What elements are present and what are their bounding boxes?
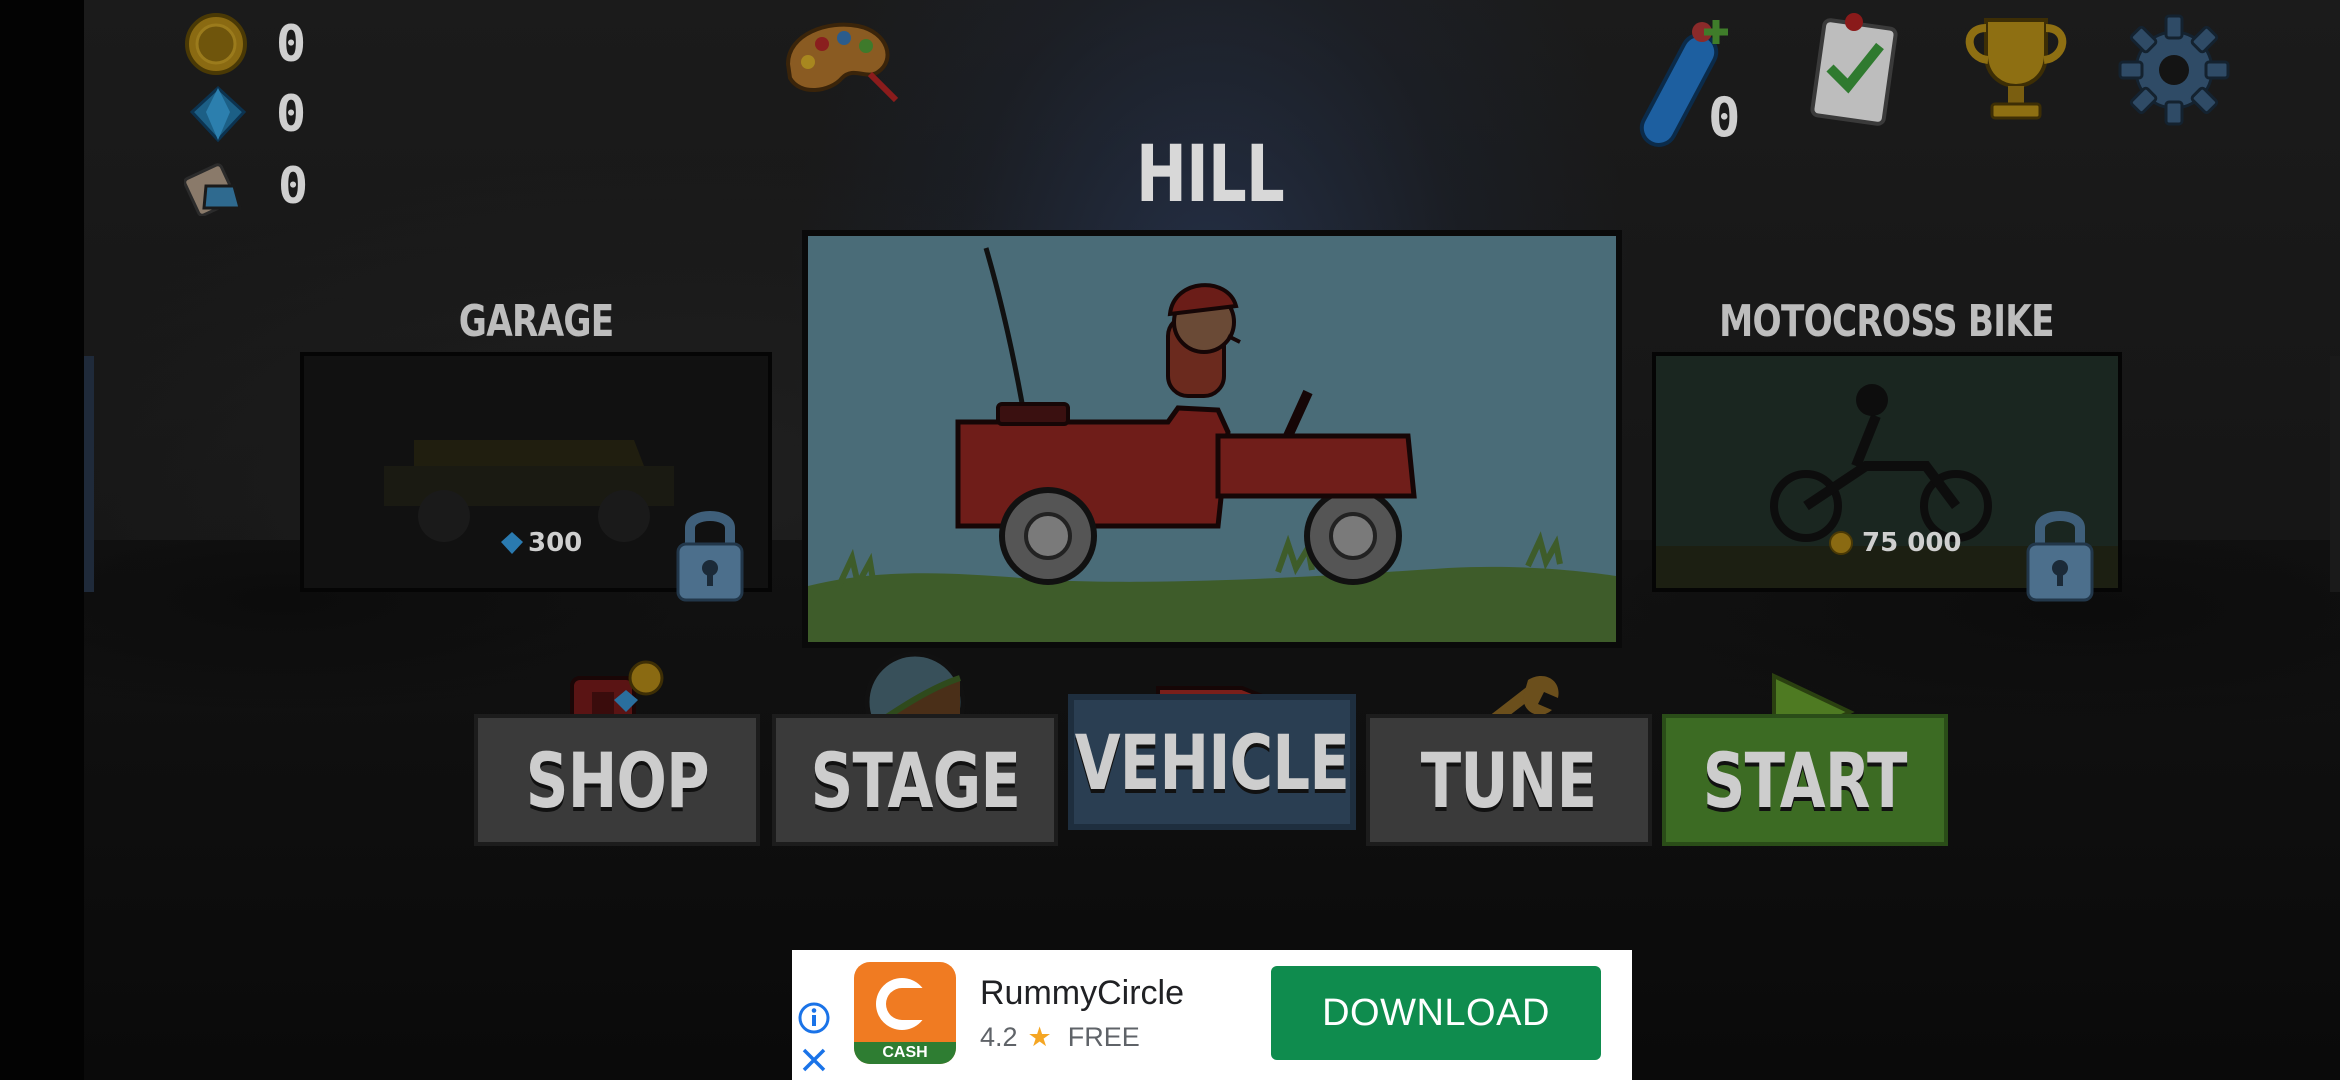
checklist-icon: [1810, 13, 1898, 126]
ad-close-icon[interactable]: [796, 1042, 832, 1078]
hill-climber-vehicle-image: [808, 236, 1616, 642]
lock-icon: [2026, 511, 2094, 602]
left-card-label: GARAGE: [458, 296, 614, 347]
ad-app-meta: 4.2 ★ FREE: [980, 1022, 1140, 1053]
coins-counter: 0: [184, 12, 306, 76]
gem-icon: [501, 532, 523, 554]
ad-price: FREE: [1067, 1022, 1140, 1052]
lock-icon: [676, 511, 744, 602]
gear-icon: [2118, 14, 2230, 126]
start-button[interactable]: START: [1662, 714, 1948, 846]
gems-value: 0: [276, 85, 307, 143]
left-screen-edge: [0, 0, 84, 1080]
ad-app-name[interactable]: RummyCircle: [980, 974, 1184, 1013]
tune-button[interactable]: TUNE: [1366, 714, 1652, 846]
settings-button[interactable]: [2116, 12, 2232, 132]
boosters-count: 0: [1708, 86, 1741, 149]
daily-challenges-button[interactable]: [1804, 10, 1904, 132]
rummycircle-app-icon[interactable]: CASH: [854, 962, 956, 1064]
motocross-price: 75 000: [1828, 528, 1962, 558]
coin-icon: [185, 13, 247, 75]
selected-vehicle-card[interactable]: [802, 230, 1622, 648]
stage-button[interactable]: STAGE: [772, 714, 1058, 846]
shop-button[interactable]: SHOP: [474, 714, 760, 846]
paint-palette-button[interactable]: [778, 14, 902, 108]
paint-counter: 0: [184, 156, 308, 216]
vehicle-button[interactable]: VEHICLE: [1068, 694, 1356, 830]
coin-icon: [1829, 531, 1853, 555]
ad-download-button[interactable]: DOWNLOAD: [1271, 966, 1601, 1060]
garage-price: 300: [500, 528, 582, 558]
gems-counter: 0: [188, 84, 306, 144]
palette-icon: [785, 22, 899, 103]
fuel-can-icon: [184, 163, 242, 216]
star-icon: ★: [1027, 1022, 1052, 1052]
achievements-button[interactable]: [1956, 14, 2076, 128]
right-card-label: MOTOCROSS BIKE: [1718, 296, 2054, 347]
boosters-button[interactable]: 0: [1632, 10, 1758, 160]
gem-icon: [189, 85, 247, 143]
coins-value: 0: [276, 15, 307, 73]
paint-value: 0: [278, 157, 309, 215]
prev-card-edge[interactable]: [84, 356, 94, 592]
ad-rating: 4.2: [980, 1022, 1018, 1052]
ad-banner[interactable]: CASH RummyCircle 4.2 ★ FREE DOWNLOAD: [792, 950, 1632, 1080]
next-card-edge[interactable]: [2330, 356, 2340, 592]
trophy-icon: [1965, 18, 2067, 120]
ad-info-icon[interactable]: [796, 1000, 832, 1036]
app-icon-caption: CASH: [882, 1044, 928, 1061]
